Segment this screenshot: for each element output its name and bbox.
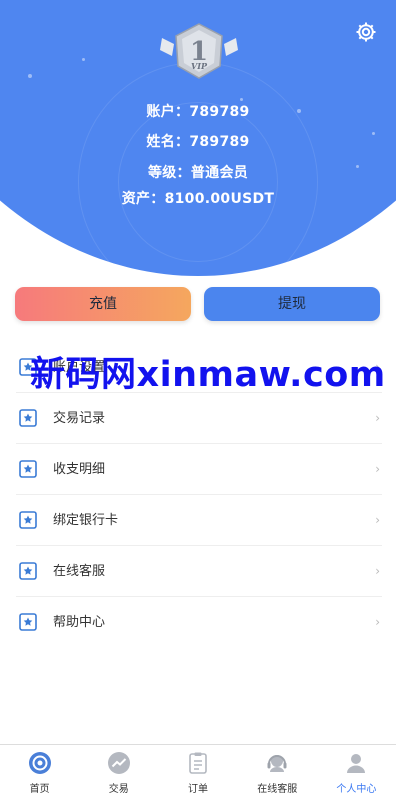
name-label: 姓名： <box>146 134 190 150</box>
level-label: 等级： <box>147 165 191 181</box>
decorative-dot <box>82 58 85 61</box>
tab-home[interactable]: 首页 <box>0 745 79 794</box>
vip-badge-icon: 1 VIP <box>160 23 238 79</box>
home-icon <box>28 752 51 774</box>
menu-item-trade-records[interactable]: 交易记录 › <box>16 393 382 444</box>
menu-item-bind-bank-card[interactable]: 绑定银行卡 › <box>16 495 382 546</box>
account-value: 789789 <box>189 104 250 120</box>
star-icon <box>19 409 37 427</box>
withdraw-button[interactable]: 提现 <box>204 287 380 321</box>
name-row: 姓名：789789 <box>0 131 396 151</box>
bottom-tab-bar: 首页 交易 订单 在线客服 个人中心 <box>0 744 396 794</box>
assets-value: 8100.00USDT <box>164 191 275 207</box>
menu-item-label: 在线客服 <box>53 564 106 579</box>
account-row: 账户：789789 <box>0 101 396 121</box>
star-icon <box>19 511 37 529</box>
decorative-ring <box>118 102 278 262</box>
menu-item-label: 交易记录 <box>53 411 106 426</box>
menu-item-label: 收支明细 <box>53 462 106 477</box>
profile-header: 1 VIP 账户：789789 姓名：789789 等级：普通会员 资产：810… <box>0 0 396 280</box>
chevron-right-icon: › <box>375 411 380 425</box>
tab-label: 订单 <box>188 784 208 794</box>
tab-online-service[interactable]: 在线客服 <box>238 745 317 794</box>
clipboard-icon <box>189 752 207 774</box>
menu-item-income-details[interactable]: 收支明细 › <box>16 444 382 495</box>
trend-icon <box>107 752 130 774</box>
headset-icon <box>267 755 287 772</box>
account-label: 账户： <box>146 104 190 120</box>
star-icon <box>19 460 37 478</box>
tab-orders[interactable]: 订单 <box>158 745 237 794</box>
tab-trade[interactable]: 交易 <box>79 745 158 794</box>
assets-row: 资产：8100.00USDT <box>0 188 396 208</box>
tab-label: 个人中心 <box>336 784 377 794</box>
recharge-button[interactable]: 充值 <box>15 287 191 321</box>
menu-item-label: 帮助中心 <box>53 615 106 630</box>
star-icon <box>19 562 37 580</box>
watermark-text: 新码网xinmaw.com <box>30 355 386 395</box>
tab-label: 交易 <box>108 784 129 794</box>
menu-item-help-center[interactable]: 帮助中心 › <box>16 597 382 648</box>
level-row: 等级：普通会员 <box>0 162 396 182</box>
star-icon <box>19 613 37 631</box>
tab-label: 在线客服 <box>257 784 298 794</box>
svg-text:VIP: VIP <box>191 61 208 71</box>
decorative-dot <box>28 74 32 78</box>
tab-label: 首页 <box>29 784 50 794</box>
menu-item-online-service[interactable]: 在线客服 › <box>16 546 382 597</box>
user-icon <box>347 754 366 773</box>
chevron-right-icon: › <box>375 564 380 578</box>
name-value: 789789 <box>189 134 250 150</box>
chevron-right-icon: › <box>375 462 380 476</box>
level-value: 普通会员 <box>190 165 249 181</box>
tab-personal-center[interactable]: 个人中心 <box>317 745 396 794</box>
menu-item-label: 绑定银行卡 <box>53 513 119 528</box>
chevron-right-icon: › <box>375 513 380 527</box>
gear-icon[interactable] <box>354 20 378 44</box>
chevron-right-icon: › <box>375 615 380 629</box>
assets-label: 资产： <box>121 191 165 207</box>
